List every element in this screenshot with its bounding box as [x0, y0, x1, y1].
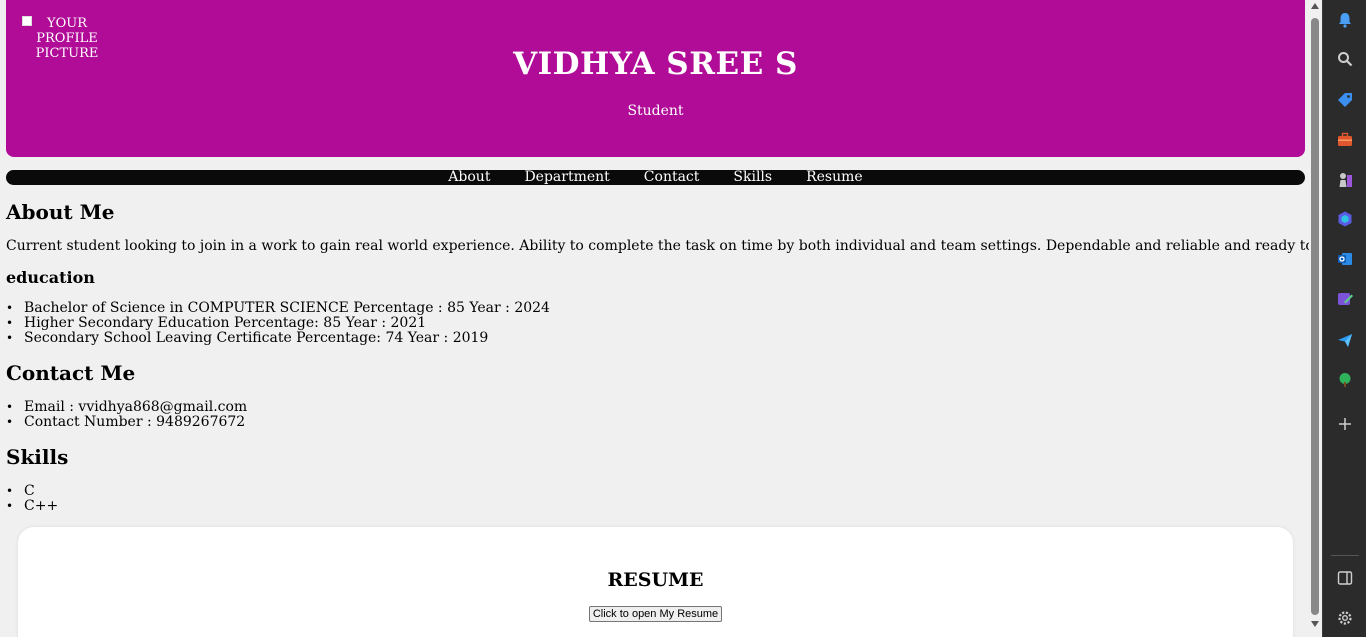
chess-icon[interactable] — [1336, 171, 1354, 189]
tag-icon[interactable] — [1336, 91, 1354, 109]
list-item: C++ — [6, 499, 58, 515]
list-item: Contact Number : 9489267672 — [6, 415, 247, 431]
search-icon[interactable] — [1336, 50, 1354, 68]
list-item: Bachelor of Science in COMPUTER SCIENCE … — [6, 301, 550, 317]
tree-icon[interactable] — [1336, 371, 1354, 389]
outlook-icon[interactable] — [1336, 250, 1354, 268]
nav-link-resume[interactable]: Resume — [789, 170, 880, 185]
web-page: YOUR PROFILE PICTURE VIDHYA SREE S Stude… — [0, 0, 1309, 637]
browser-sidebar — [1322, 0, 1366, 637]
list-item: Email : vvidhya868@gmail.com — [6, 400, 247, 416]
bell-icon[interactable] — [1336, 11, 1354, 29]
resume-heading: RESUME — [607, 569, 704, 591]
nav-link-about[interactable]: About — [431, 170, 507, 185]
about-heading: About Me — [6, 200, 115, 224]
open-resume-button[interactable]: Click to open My Resume — [589, 606, 722, 622]
broken-image-icon — [22, 16, 32, 26]
nav-link-department[interactable]: Department — [507, 170, 626, 185]
split-screen-icon[interactable] — [1336, 569, 1354, 587]
page-title: VIDHYA SREE S — [513, 46, 798, 82]
send-icon[interactable] — [1336, 331, 1354, 349]
about-text: Current student looking to join in a wor… — [6, 238, 1309, 254]
sidebar-divider — [1331, 555, 1359, 556]
vertical-scrollbar[interactable] — [1309, 0, 1322, 637]
add-icon[interactable] — [1336, 415, 1354, 433]
resume-card: RESUME Click to open My Resume — [18, 527, 1293, 637]
nav-link-skills[interactable]: Skills — [716, 170, 789, 185]
designer-icon[interactable] — [1336, 290, 1354, 308]
nav-link-contact[interactable]: Contact — [627, 170, 717, 185]
scroll-up-arrow-icon[interactable] — [1311, 3, 1319, 9]
skills-heading: Skills — [6, 445, 69, 469]
education-heading: education — [6, 268, 95, 287]
list-item: Secondary School Leaving Certificate Per… — [6, 331, 550, 347]
scroll-down-arrow-icon[interactable] — [1311, 621, 1319, 627]
list-item: Higher Secondary Education Percentage: 8… — [6, 316, 550, 332]
list-item: C — [6, 484, 58, 500]
page-subtitle: Student — [627, 103, 684, 119]
skills-list: C C++ — [6, 484, 58, 515]
contact-list: Email : vvidhya868@gmail.com Contact Num… — [6, 400, 247, 431]
contact-heading: Contact Me — [6, 361, 136, 385]
education-list: Bachelor of Science in COMPUTER SCIENCE … — [6, 301, 550, 347]
scroll-thumb[interactable] — [1311, 18, 1319, 615]
nav-bar: About Department Contact Skills Resume — [6, 170, 1305, 185]
copilot-icon[interactable] — [1336, 210, 1354, 228]
settings-icon[interactable] — [1336, 609, 1354, 627]
briefcase-icon[interactable] — [1336, 131, 1354, 149]
page-header: YOUR PROFILE PICTURE VIDHYA SREE S Stude… — [6, 0, 1305, 157]
